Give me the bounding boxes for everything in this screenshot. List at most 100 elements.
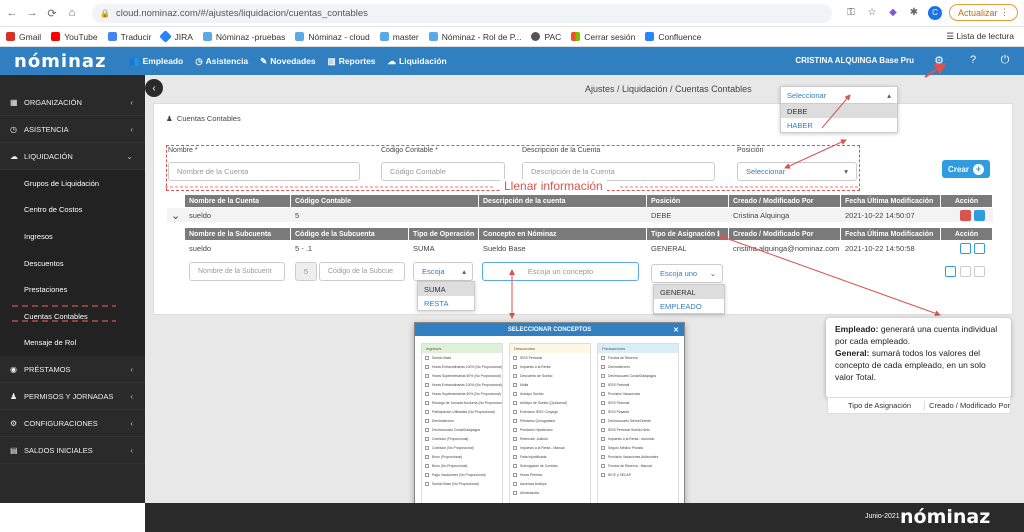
concept-option[interactable]: IESS Pasante [598, 407, 678, 416]
app-logo[interactable]: nóminaz [14, 51, 129, 72]
cancel-sub-button[interactable] [960, 266, 971, 277]
sidebar-item-liquidacion[interactable]: ☁ LIQUIDACIÓN ⌄ [0, 143, 145, 170]
concept-option[interactable]: Falta Injustificada [510, 452, 590, 461]
concept-option[interactable]: Decimocuarto Costa/Galápagos [422, 425, 502, 434]
checkbox-icon[interactable] [513, 409, 517, 414]
nav-empleado[interactable]: 👥 Empleado [129, 56, 183, 67]
back-icon[interactable]: ← [4, 5, 20, 21]
checkbox-icon[interactable] [513, 436, 517, 441]
sidebar-sub-cuentas-contables[interactable]: Cuentas Contables [0, 302, 145, 330]
nombre-input[interactable]: Nombre de la Cuenta [168, 162, 360, 181]
reading-list[interactable]: ☰ Lista de lectura [946, 31, 1014, 42]
checkbox-icon[interactable] [513, 364, 517, 369]
concept-option[interactable]: Alimentación [510, 488, 590, 497]
settings-icon[interactable]: ⚙ [932, 54, 946, 68]
sidebar-item-saldos[interactable]: ▤ SALDOS INICIALES ‹ [0, 437, 145, 465]
concept-option[interactable]: Extensión IESS Cónyuge [510, 407, 590, 416]
checkbox-icon[interactable] [601, 427, 605, 432]
sidebar-sub-mensaje-rol[interactable]: Mensaje de Rol [0, 329, 145, 357]
checkbox-icon[interactable] [513, 454, 517, 459]
sidebar-item-permisos[interactable]: ♟ PERMISOS Y JORNADAS ‹ [0, 383, 145, 411]
collapse-sub-button[interactable] [960, 243, 971, 254]
bookmark-master[interactable]: master [379, 32, 419, 42]
operacion-option-suma[interactable]: SUMA [418, 282, 474, 296]
bookmark-gmail[interactable]: Gmail [6, 32, 41, 42]
concept-option[interactable]: Decimotercero [422, 416, 502, 425]
checkbox-icon[interactable] [601, 436, 605, 441]
checkbox-icon[interactable] [425, 454, 429, 459]
checkbox-icon[interactable] [513, 373, 517, 378]
info-icon[interactable]: ℹ [717, 230, 720, 238]
edit-sub-button[interactable] [974, 243, 985, 254]
expand-row-icon[interactable]: ⌄ [167, 208, 185, 222]
concept-option[interactable]: Seguro Médico Privado [598, 443, 678, 452]
checkbox-icon[interactable] [513, 382, 517, 387]
concept-option[interactable]: IESS Patronal [598, 380, 678, 389]
close-icon[interactable]: ✕ [673, 326, 679, 334]
sidebar-sub-centro-costos[interactable]: Centro de Costos [0, 196, 145, 224]
checkbox-icon[interactable] [425, 373, 429, 378]
checkbox-icon[interactable] [601, 373, 605, 378]
concept-option[interactable]: Horas Suplementarias 50% (No Proporciona… [422, 371, 502, 380]
checkbox-icon[interactable] [513, 463, 517, 468]
concept-option[interactable]: Recargo de Jornada Nocturna (No Proporci… [422, 398, 502, 407]
checkbox-icon[interactable] [425, 400, 429, 405]
concept-option[interactable]: Subrogación de Contrato [510, 461, 590, 470]
checkbox-icon[interactable] [425, 427, 429, 432]
sidebar-sub-descuentos[interactable]: Descuentos [0, 249, 145, 277]
concept-option[interactable]: Comisión (No Proporcional) [422, 443, 502, 452]
checkbox-icon[interactable] [601, 355, 605, 360]
concept-option[interactable]: IESS Personal [510, 353, 590, 362]
crear-button[interactable]: Crear + [942, 160, 990, 178]
concept-option[interactable]: IESS Patronal [598, 398, 678, 407]
nav-reportes[interactable]: ▥ Reportes [328, 56, 376, 67]
posicion-select[interactable]: Seleccionar ▾ [737, 162, 857, 181]
concept-option[interactable]: Multa [510, 380, 590, 389]
home-icon[interactable]: ⌂ [64, 5, 80, 21]
concept-option[interactable]: Pago Vacaciones (No Proporcional) [422, 470, 502, 479]
checkbox-icon[interactable] [513, 418, 517, 423]
checkbox-icon[interactable] [601, 463, 605, 468]
bookmark-traducir[interactable]: Traducir [107, 32, 151, 42]
save-sub-button[interactable] [945, 266, 956, 277]
edit-account-button[interactable] [974, 210, 985, 221]
concept-option[interactable]: Décimocuarto Sierra/Oriente [598, 416, 678, 425]
new-sub-operacion-select[interactable]: Escoja ▴ [413, 262, 473, 281]
posicion-option-haber[interactable]: HABER [781, 118, 897, 132]
concept-option[interactable]: Anticipo Sueldo [510, 389, 590, 398]
nav-asistencia[interactable]: ◷ Asistencia [195, 56, 248, 67]
checkbox-icon[interactable] [425, 445, 429, 450]
concept-option[interactable]: Fondos de Reserva [598, 353, 678, 362]
concept-option[interactable]: Impuesto a la Renta - Manual [510, 443, 590, 452]
concept-option[interactable]: Décimotercero [598, 362, 678, 371]
bookmark-pac[interactable]: PAC [531, 32, 561, 42]
concept-option[interactable]: Impuesto a la Renta - Asumido [598, 434, 678, 443]
delete-account-button[interactable] [960, 210, 971, 221]
posicion-dropdown-head[interactable]: Seleccionar ▴ [781, 87, 897, 104]
reload-icon[interactable]: ⟳ [44, 5, 60, 21]
puzzle-icon[interactable]: ✱ [907, 6, 921, 20]
sidebar-item-configuraciones[interactable]: ⚙ CONFIGURACIONES ‹ [0, 410, 145, 438]
checkbox-icon[interactable] [425, 355, 429, 360]
concept-option[interactable]: Horas Suplementarias 50% (No Proporciona… [422, 389, 502, 398]
codigo-input[interactable]: Código Contable [381, 162, 505, 181]
checkbox-icon[interactable] [425, 391, 429, 396]
user-name[interactable]: CRISTINA ALQUINGA Base Pru [795, 56, 914, 65]
concept-option[interactable]: Sueldo Base [422, 353, 502, 362]
bookmark-nominaz-pruebas[interactable]: Nóminaz -pruebas [202, 32, 285, 42]
concept-option[interactable]: Provisión Vacaciones [598, 389, 678, 398]
checkbox-icon[interactable] [601, 409, 605, 414]
sidebar-sub-prestaciones[interactable]: Prestaciones [0, 276, 145, 303]
concept-option[interactable]: Ausencia Anticipo [510, 479, 590, 488]
concept-option[interactable]: Horas Extraordinarias 100% (No Proporcio… [422, 362, 502, 371]
power-icon[interactable]: ⏻ [998, 54, 1012, 68]
checkbox-icon[interactable] [425, 436, 429, 441]
concept-option[interactable]: Participación Utilidades (No Proporciona… [422, 407, 502, 416]
checkbox-icon[interactable] [513, 445, 517, 450]
profile-avatar[interactable]: C [927, 5, 942, 20]
extension-icon[interactable]: ◆ [886, 6, 900, 20]
nav-liquidacion[interactable]: ☁ Liquidación [388, 56, 447, 67]
checkbox-icon[interactable] [601, 472, 605, 477]
concept-option[interactable]: Horas Permiso [510, 470, 590, 479]
checkbox-icon[interactable] [601, 391, 605, 396]
